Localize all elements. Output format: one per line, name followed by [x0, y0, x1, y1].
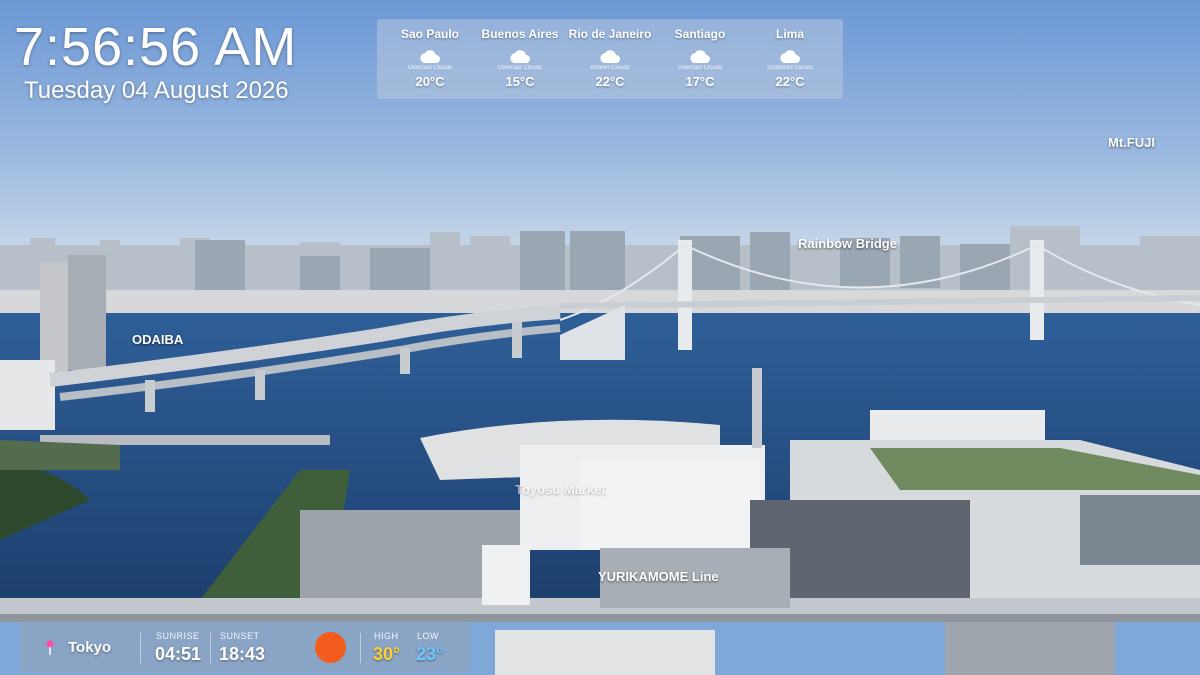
clock-panel: 7:56:56 AM Tuesday 04 August 2026: [14, 18, 297, 106]
cloud-icon: [600, 50, 620, 63]
weather-city: Santiago Overcast Clouds 17°C: [655, 19, 745, 99]
weather-city: Lima Scattered Clouds 22°C: [745, 19, 835, 99]
city-temp: 22°C: [775, 74, 805, 89]
city-temp: 20°C: [415, 74, 445, 89]
info-bar: Tokyo SUNRISE 04:51 SUNSET 18:43 HIGH 30…: [20, 621, 470, 673]
sun-icon: [315, 632, 346, 663]
label-yurikamome: YURIKAMOME Line: [598, 569, 719, 584]
cloud-icon: [780, 50, 800, 63]
clock-date: Tuesday 04 August 2026: [24, 77, 289, 104]
city-condition: Overcast Clouds: [677, 65, 723, 71]
city-name: Buenos Aires: [481, 27, 559, 41]
cloud-icon: [420, 50, 440, 63]
city-temp: 15°C: [505, 74, 535, 89]
city-name: Lima: [775, 27, 804, 41]
location-name: Tokyo: [68, 639, 112, 656]
sunset-label: SUNSET: [220, 631, 260, 641]
city-temp: 17°C: [685, 74, 715, 89]
city-name: Santiago: [674, 27, 726, 41]
weather-city: Rio de Janeiro Broken Clouds 22°C: [565, 19, 655, 99]
label-odaiba: ODAIBA: [132, 332, 184, 347]
cloud-icon: [690, 50, 710, 63]
city-condition: Overcast Clouds: [407, 65, 453, 71]
label-market: Toyosu Market: [515, 482, 606, 497]
sunrise-time: 04:51: [155, 644, 202, 664]
weather-city: Sao Paulo Overcast Clouds 20°C: [385, 19, 475, 99]
divider: [360, 633, 361, 663]
city-condition: Overcast Clouds: [497, 65, 543, 71]
weather-city: Buenos Aires Overcast Clouds 15°C: [475, 19, 565, 99]
high-label: HIGH: [374, 631, 399, 641]
weather-strip: Sao Paulo Overcast Clouds 20°C Buenos Ai…: [377, 19, 843, 99]
sunrise-label: SUNRISE: [156, 631, 200, 641]
city-name: Sao Paulo: [400, 27, 459, 41]
city-condition: Broken Clouds: [590, 65, 630, 71]
city-temp: 22°C: [595, 74, 625, 89]
city-name: Rio de Janeiro: [568, 27, 652, 41]
cloud-icon: [510, 50, 530, 63]
city-condition: Scattered Clouds: [766, 65, 814, 71]
pin-icon: [46, 639, 54, 655]
divider: [140, 633, 141, 663]
high-temp: 30°: [373, 644, 401, 664]
clock-time: 7:56:56 AM: [14, 17, 298, 77]
location: Tokyo: [44, 639, 111, 656]
low-temp: 23°: [416, 644, 444, 664]
sunset-time: 18:43: [219, 644, 266, 664]
label-rainbow-bridge: Rainbow Bridge: [798, 236, 897, 251]
pole: [752, 368, 762, 448]
label-mt-fuji: Mt.FUJI: [1108, 135, 1155, 150]
divider: [210, 633, 211, 663]
low-label: LOW: [417, 631, 440, 641]
